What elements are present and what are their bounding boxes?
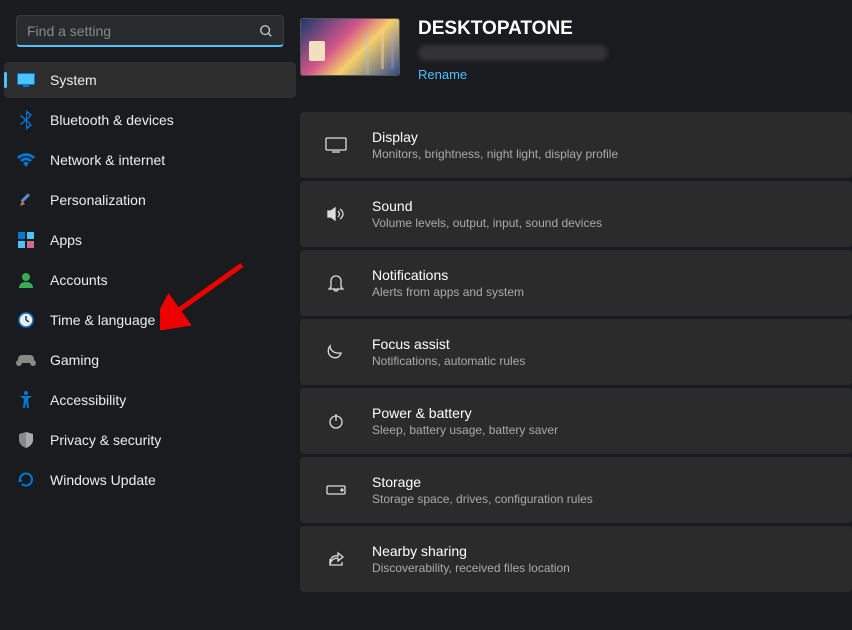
sidebar-item-label: Bluetooth & devices: [50, 112, 174, 128]
card-title: Focus assist: [372, 336, 525, 352]
brush-icon: [16, 190, 36, 210]
card-title: Display: [372, 129, 618, 145]
sidebar-item-label: Accessibility: [50, 392, 126, 408]
clock-icon: [16, 310, 36, 330]
sidebar-item-clock[interactable]: Time & language: [4, 302, 296, 338]
settings-card-display[interactable]: Display Monitors, brightness, night light…: [300, 112, 852, 178]
sidebar-item-shield[interactable]: Privacy & security: [4, 422, 296, 458]
card-title: Notifications: [372, 267, 524, 283]
settings-card-storage[interactable]: Storage Storage space, drives, configurat…: [300, 457, 852, 523]
sidebar-item-label: Windows Update: [50, 472, 156, 488]
power-icon: [324, 413, 348, 429]
nav-list: System Bluetooth & devices Network & inter…: [4, 62, 296, 498]
search-box[interactable]: [16, 15, 284, 47]
sidebar-item-apps[interactable]: Apps: [4, 222, 296, 258]
card-title: Nearby sharing: [372, 543, 570, 559]
card-subtitle: Storage space, drives, configuration rul…: [372, 492, 593, 506]
computer-name: DESKTOPATONE: [418, 18, 608, 40]
card-title: Sound: [372, 198, 602, 214]
card-title: Power & battery: [372, 405, 558, 421]
sidebar-item-label: System: [50, 72, 97, 88]
settings-card-moon[interactable]: Focus assist Notifications, automatic rul…: [300, 319, 852, 385]
update-icon: [16, 470, 36, 490]
sidebar-item-label: Gaming: [50, 352, 99, 368]
settings-card-share[interactable]: Nearby sharing Discoverability, received …: [300, 526, 852, 592]
card-subtitle: Alerts from apps and system: [372, 285, 524, 299]
sidebar-item-label: Network & internet: [50, 152, 165, 168]
wifi-icon: [16, 150, 36, 170]
computer-spec-redacted: [418, 45, 608, 61]
card-subtitle: Volume levels, output, input, sound devi…: [372, 216, 602, 230]
sidebar-item-system[interactable]: System: [4, 62, 296, 98]
storage-icon: [324, 485, 348, 495]
sidebar-item-label: Accounts: [50, 272, 108, 288]
settings-card-sound[interactable]: Sound Volume levels, output, input, sound…: [300, 181, 852, 247]
share-icon: [324, 550, 348, 568]
sidebar-item-accessibility[interactable]: Accessibility: [4, 382, 296, 418]
shield-icon: [16, 430, 36, 450]
desktop-wallpaper-thumbnail: [300, 18, 400, 76]
sidebar-item-brush[interactable]: Personalization: [4, 182, 296, 218]
system-icon: [16, 70, 36, 90]
bell-icon: [324, 274, 348, 292]
sidebar-item-account[interactable]: Accounts: [4, 262, 296, 298]
gaming-icon: [16, 350, 36, 370]
moon-icon: [324, 343, 348, 361]
sidebar-item-label: Apps: [50, 232, 82, 248]
sound-icon: [324, 206, 348, 222]
main-content: DESKTOPATONE Rename Display Monitors, bri…: [300, 0, 852, 630]
card-subtitle: Notifications, automatic rules: [372, 354, 525, 368]
sidebar-item-gaming[interactable]: Gaming: [4, 342, 296, 378]
sidebar-item-wifi[interactable]: Network & internet: [4, 142, 296, 178]
settings-card-list: Display Monitors, brightness, night light…: [300, 112, 852, 592]
sidebar-item-label: Time & language: [50, 312, 155, 328]
card-subtitle: Monitors, brightness, night light, displ…: [372, 147, 618, 161]
card-subtitle: Sleep, battery usage, battery saver: [372, 423, 558, 437]
sidebar-item-label: Personalization: [50, 192, 146, 208]
display-icon: [324, 137, 348, 153]
bluetooth-icon: [16, 110, 36, 130]
search-input[interactable]: [27, 23, 259, 39]
sidebar: System Bluetooth & devices Network & inter…: [0, 0, 300, 630]
settings-card-bell[interactable]: Notifications Alerts from apps and system: [300, 250, 852, 316]
sidebar-item-bluetooth[interactable]: Bluetooth & devices: [4, 102, 296, 138]
account-icon: [16, 270, 36, 290]
search-icon: [259, 24, 273, 38]
card-subtitle: Discoverability, received files location: [372, 561, 570, 575]
card-title: Storage: [372, 474, 593, 490]
system-header: DESKTOPATONE Rename: [300, 18, 852, 112]
apps-icon: [16, 230, 36, 250]
sidebar-item-update[interactable]: Windows Update: [4, 462, 296, 498]
accessibility-icon: [16, 390, 36, 410]
rename-link[interactable]: Rename: [418, 67, 608, 82]
settings-card-power[interactable]: Power & battery Sleep, battery usage, bat…: [300, 388, 852, 454]
sidebar-item-label: Privacy & security: [50, 432, 161, 448]
